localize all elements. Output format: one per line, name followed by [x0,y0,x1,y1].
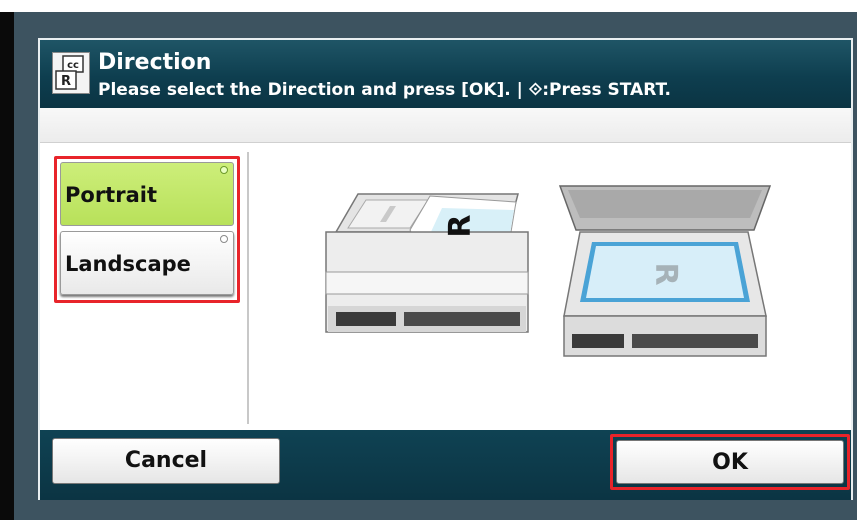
direction-dialog: cc R Direction Please select the Directi… [38,38,853,500]
ok-focus-frame: OK [610,434,850,490]
options-focus-frame: Portrait Landscape [54,156,240,303]
dialog-title: Direction [98,50,212,75]
svg-text:R: R [61,74,71,89]
content-area: Portrait Landscape R R [40,144,851,428]
orientation-illustration: R R [325,185,772,357]
ok-button[interactable]: OK [616,440,844,484]
glass-letter-label: R [648,262,683,285]
landscape-label: Landscape [65,252,191,276]
info-strip [40,108,851,143]
radio-unselected-icon [220,235,228,243]
svg-text:cc: cc [67,60,79,71]
radio-selected-icon [220,166,228,174]
adf-scanner-icon [325,193,529,333]
title-bar: cc R Direction Please select the Directi… [40,40,851,108]
adf-letter-label: R [443,214,478,237]
landscape-option[interactable]: Landscape [60,231,234,295]
dialog-instruction: Please select the Direction and press [O… [98,80,672,100]
portrait-option[interactable]: Portrait [60,162,234,226]
portrait-label: Portrait [65,183,157,207]
cancel-button[interactable]: Cancel [52,438,280,484]
direction-icon: cc R [52,52,90,94]
bottom-button-bar: Cancel OK [40,430,851,500]
vertical-divider [247,152,249,424]
screen-top-edge [0,0,857,12]
